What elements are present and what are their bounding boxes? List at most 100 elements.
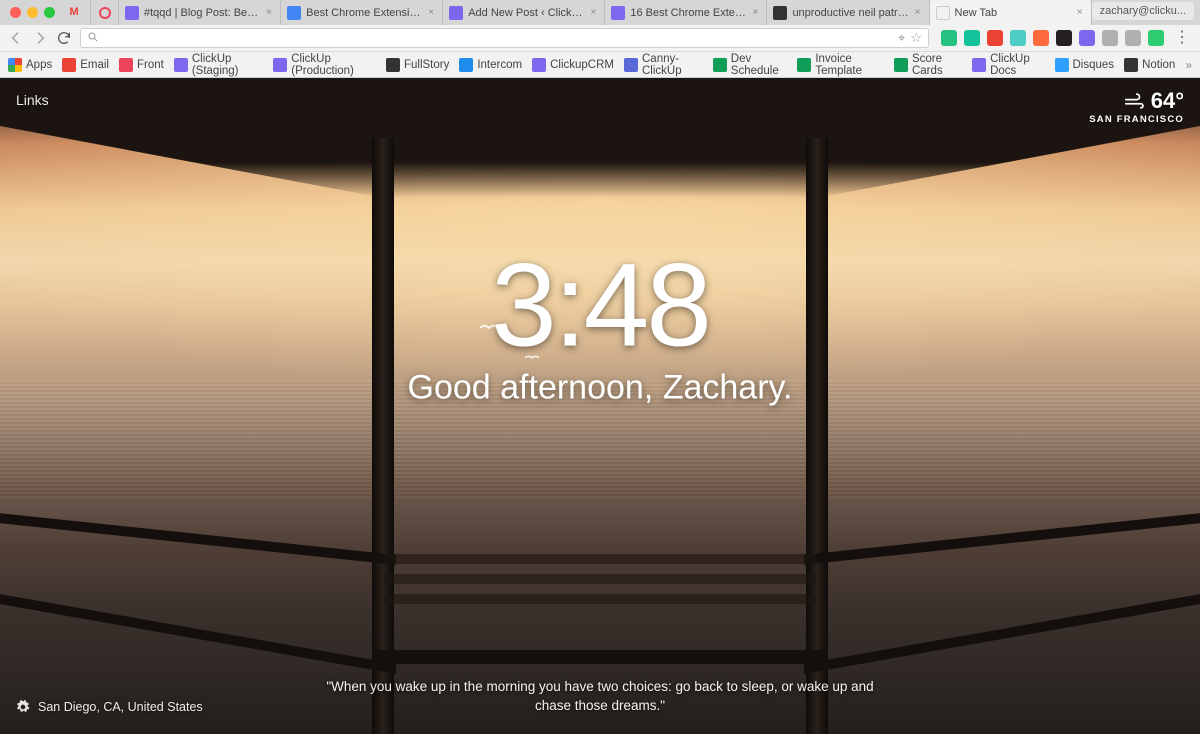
pinned-tabs: M (63, 0, 119, 25)
photo-info[interactable]: San Diego, CA, United States (16, 700, 203, 714)
bookmark-label: Notion (1142, 59, 1175, 71)
browser-tab[interactable]: #tqqd | Blog Post: Best Chrom...× (119, 0, 281, 25)
extension-teal-dot-icon[interactable] (1010, 30, 1026, 46)
front-icon (99, 7, 111, 19)
bookmark-label: Invoice Template (815, 53, 884, 77)
gmail-icon: M (70, 6, 84, 20)
extension-gcal-icon[interactable] (987, 30, 1003, 46)
bookmark-item[interactable]: Email (62, 58, 109, 72)
toolbar: ⌖ ☆ ⋮ (0, 25, 1200, 52)
close-window-button[interactable] (10, 7, 21, 18)
close-tab-icon[interactable]: × (266, 9, 274, 17)
bookmark-label: ClickupCRM (550, 59, 614, 71)
close-tab-icon[interactable]: × (1077, 9, 1085, 17)
bookmark-item[interactable]: Apps (8, 58, 52, 72)
browser-tab[interactable]: unproductive neil patrick harri...× (767, 0, 929, 25)
bookmark-label: Intercom (477, 59, 522, 71)
weather-widget[interactable]: 64° SAN FRANCISCO (1089, 88, 1184, 125)
photo-location-text: San Diego, CA, United States (38, 700, 203, 714)
extension-buffer-icon[interactable] (1056, 30, 1072, 46)
bookmark-item[interactable]: ClickUp (Staging) (174, 53, 263, 77)
bookmark-item[interactable]: Notion (1124, 58, 1175, 72)
bookmark-label: Dev Schedule (731, 53, 788, 77)
forward-button[interactable] (32, 30, 48, 46)
omnibox[interactable]: ⌖ ☆ (80, 28, 929, 48)
weather-city: SAN FRANCISCO (1089, 114, 1184, 125)
reload-icon (56, 30, 72, 46)
back-icon (8, 30, 24, 46)
extension-clickup-icon[interactable] (1079, 30, 1095, 46)
bookmark-item[interactable]: Dev Schedule (713, 53, 788, 77)
fullscreen-window-button[interactable] (44, 7, 55, 18)
bookmark-favicon (532, 58, 546, 72)
profile-chip[interactable]: zachary@clicku... (1092, 2, 1194, 20)
extension-grey2-icon[interactable] (1125, 30, 1141, 46)
tab-favicon (611, 6, 625, 20)
bookmark-star-icon[interactable]: ☆ (910, 30, 922, 46)
bookmark-favicon (894, 58, 908, 72)
bookmark-favicon (972, 58, 986, 72)
bookmark-item[interactable]: Canny-ClickUp (624, 53, 703, 77)
pinned-tab-gmail[interactable]: M (63, 0, 91, 25)
extension-one-icon[interactable] (941, 30, 957, 46)
bookmark-favicon (1124, 58, 1138, 72)
bookmark-item[interactable]: ClickupCRM (532, 58, 614, 72)
newtab-page: Links 64° SAN FRANCISCO 3:48 Good aftern… (0, 78, 1200, 734)
extension-grammarly-icon[interactable] (964, 30, 980, 46)
bookmark-item[interactable]: Score Cards (894, 53, 962, 77)
links-label: Links (16, 92, 49, 108)
bookmark-label: ClickUp Docs (990, 53, 1044, 77)
links-button[interactable]: Links (16, 92, 49, 108)
bookmark-label: ClickUp (Production) (291, 53, 376, 77)
close-tab-icon[interactable]: × (590, 9, 598, 17)
bookmark-favicon (273, 58, 287, 72)
reload-button[interactable] (56, 30, 72, 46)
tab-favicon (773, 6, 787, 20)
minimize-window-button[interactable] (27, 7, 38, 18)
tab-favicon (287, 6, 301, 20)
bookmark-favicon (119, 58, 133, 72)
search-icon (87, 31, 99, 46)
tab-strip: M #tqqd | Blog Post: Best Chrom...×Best … (0, 0, 1200, 25)
clock: 3:48 (0, 247, 1200, 365)
bookmark-label: Canny-ClickUp (642, 53, 703, 77)
address-input[interactable] (105, 31, 892, 45)
bookmark-item[interactable]: FullStory (386, 58, 449, 72)
omnibox-actions: ⌖ ☆ (898, 30, 922, 46)
pinned-tab-front[interactable] (91, 0, 119, 25)
tab-favicon (936, 6, 950, 20)
bookmark-item[interactable]: ClickUp Docs (972, 53, 1044, 77)
bookmarks-bar: Apps Email Front ClickUp (Staging) ClickUp (… (0, 52, 1200, 78)
browser-tab[interactable]: New Tab × (930, 0, 1092, 25)
bookmark-item[interactable]: Invoice Template (797, 53, 884, 77)
kebab-icon: ⋮ (1174, 29, 1190, 46)
chrome-menu-button[interactable]: ⋮ (1172, 30, 1192, 46)
tab-title: Best Chrome Extensions for P... (306, 7, 423, 19)
browser-tab[interactable]: 16 Best Chrome Extensions fo...× (605, 0, 767, 25)
bookmark-item[interactable]: ClickUp (Production) (273, 53, 376, 77)
close-tab-icon[interactable]: × (915, 9, 923, 17)
back-button[interactable] (8, 30, 24, 46)
profile-label: zachary@clicku... (1100, 5, 1186, 17)
weather-temp: 64° (1151, 88, 1184, 114)
gear-icon[interactable] (16, 700, 30, 714)
bookmarks-overflow-icon[interactable]: » (1185, 58, 1192, 72)
bookmark-favicon (797, 58, 811, 72)
extension-grey1-icon[interactable] (1102, 30, 1118, 46)
bookmark-favicon (624, 58, 638, 72)
bookmark-favicon (713, 58, 727, 72)
close-tab-icon[interactable]: × (752, 9, 760, 17)
browser-tab[interactable]: Best Chrome Extensions for P... × (281, 0, 443, 25)
quote: "When you wake up in the morning you hav… (320, 677, 880, 716)
bookmark-item[interactable]: Disques (1055, 58, 1115, 72)
bookmark-item[interactable]: Intercom (459, 58, 522, 72)
bookmark-label: FullStory (404, 59, 449, 71)
browser-tab[interactable]: Add New Post ‹ Clickup Blog ...× (443, 0, 605, 25)
location-icon[interactable]: ⌖ (898, 30, 905, 46)
bookmark-item[interactable]: Front (119, 58, 164, 72)
tab-title: New Tab (955, 7, 1072, 19)
bookmark-favicon (174, 58, 188, 72)
extension-green-check-icon[interactable] (1148, 30, 1164, 46)
extension-hunter-icon[interactable] (1033, 30, 1049, 46)
close-tab-icon[interactable]: × (428, 9, 436, 17)
